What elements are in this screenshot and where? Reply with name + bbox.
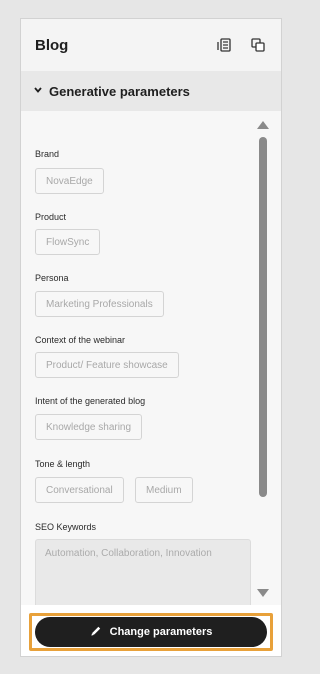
brand-label: Brand (35, 149, 60, 159)
panel-title: Blog (35, 36, 69, 54)
tone-length-label: Tone & length (35, 459, 91, 469)
scrollbar[interactable] (253, 111, 273, 605)
scroll-down-arrow-icon[interactable] (257, 589, 269, 597)
product-chip[interactable]: FlowSync (35, 229, 101, 255)
seo-keywords-label: SEO Keywords (35, 522, 97, 532)
persona-chip[interactable]: Marketing Professionals (35, 291, 164, 317)
list-view-icon[interactable] (215, 36, 233, 54)
panel-header: Blog (21, 19, 281, 71)
product-label: Product (35, 212, 67, 222)
generative-parameters-toggle[interactable]: Generative parameters (21, 71, 281, 111)
panel-footer: Change parameters (21, 605, 281, 656)
intent-chip[interactable]: Knowledge sharing (35, 414, 143, 440)
pencil-icon (90, 625, 102, 640)
length-chip[interactable]: Medium (135, 477, 193, 503)
copy-icon[interactable] (249, 36, 267, 54)
parameters-body: Brand NovaEdge Product FlowSync Persona … (21, 111, 281, 605)
change-parameters-button[interactable]: Change parameters (35, 617, 267, 647)
change-parameters-label: Change parameters (109, 626, 213, 638)
intent-label: Intent of the generated blog (35, 396, 146, 406)
context-chip[interactable]: Product/ Feature showcase (35, 352, 179, 378)
seo-keywords-field[interactable]: Automation, Collaboration, Innovation (35, 539, 251, 605)
brand-chip[interactable]: NovaEdge (35, 168, 104, 194)
context-label: Context of the webinar (35, 335, 126, 345)
header-actions (215, 36, 267, 54)
scroll-up-arrow-icon[interactable] (257, 121, 269, 129)
chevron-down-icon (33, 82, 43, 100)
section-title: Generative parameters (49, 83, 190, 99)
persona-label: Persona (35, 273, 69, 283)
blog-panel: Blog Generative parameters Brand NovaEdg… (20, 18, 282, 657)
scroll-thumb[interactable] (259, 137, 267, 497)
tone-chip[interactable]: Conversational (35, 477, 124, 503)
